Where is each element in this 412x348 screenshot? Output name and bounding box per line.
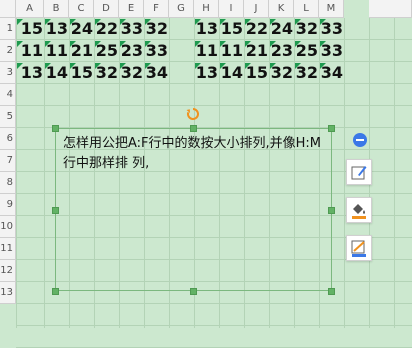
fill-color-button[interactable] xyxy=(346,197,372,223)
column-header-filler xyxy=(369,0,412,18)
number-as-text-indicator xyxy=(45,19,51,25)
column-header-a[interactable]: A xyxy=(16,0,44,18)
number-as-text-indicator xyxy=(220,41,226,47)
column-header-k[interactable]: K xyxy=(269,0,294,18)
number-as-text-indicator xyxy=(70,41,76,47)
row-header-8[interactable]: 8 xyxy=(0,172,16,194)
select-all-corner[interactable] xyxy=(0,0,16,18)
column-header-h[interactable]: H xyxy=(194,0,219,18)
edit-shape-button[interactable] xyxy=(346,159,372,185)
grid-row-line xyxy=(16,325,412,326)
collapse-minus-icon[interactable] xyxy=(353,133,367,147)
column-header-c[interactable]: C xyxy=(69,0,94,18)
number-as-text-indicator xyxy=(295,41,301,47)
row-header-9[interactable]: 9 xyxy=(0,194,16,216)
row-header-10[interactable]: 10 xyxy=(0,216,16,238)
number-as-text-indicator xyxy=(295,63,301,69)
text-box-content[interactable]: 怎样用公把A:F行中的数按大小排列,并像H:M行中那样排 列, xyxy=(63,134,331,174)
grid-row-line xyxy=(16,105,412,106)
outline-color-button[interactable] xyxy=(346,235,372,261)
resize-handle[interactable] xyxy=(328,125,335,132)
number-as-text-indicator xyxy=(245,63,251,69)
number-as-text-indicator xyxy=(17,19,23,25)
number-as-text-indicator xyxy=(195,41,201,47)
column-header-l[interactable]: L xyxy=(294,0,319,18)
number-as-text-indicator xyxy=(195,19,201,25)
number-as-text-indicator xyxy=(295,19,301,25)
number-as-text-indicator xyxy=(195,63,201,69)
column-header-d[interactable]: D xyxy=(94,0,119,18)
number-as-text-indicator xyxy=(70,19,76,25)
resize-handle[interactable] xyxy=(52,125,59,132)
number-as-text-indicator xyxy=(245,19,251,25)
row-header-1[interactable]: 1 xyxy=(0,18,16,40)
resize-handle[interactable] xyxy=(52,207,59,214)
number-as-text-indicator xyxy=(320,19,326,25)
resize-handle[interactable] xyxy=(190,125,197,132)
row-header-11[interactable]: 11 xyxy=(0,238,16,260)
number-as-text-indicator xyxy=(320,63,326,69)
number-as-text-indicator xyxy=(320,41,326,47)
resize-handle[interactable] xyxy=(328,207,335,214)
column-header-b[interactable]: B xyxy=(44,0,69,18)
row-header-4[interactable]: 4 xyxy=(0,84,16,106)
row-header-12[interactable]: 12 xyxy=(0,260,16,282)
fill-bucket-icon xyxy=(352,204,366,219)
row-header-7[interactable]: 7 xyxy=(0,150,16,172)
row-header-5[interactable]: 5 xyxy=(0,106,16,128)
number-as-text-indicator xyxy=(220,19,226,25)
row-header-13[interactable]: 13 xyxy=(0,282,16,304)
row-header-6[interactable]: 6 xyxy=(0,128,16,150)
number-as-text-indicator xyxy=(120,41,126,47)
rotate-handle-icon[interactable] xyxy=(186,107,200,121)
resize-handle[interactable] xyxy=(328,288,335,295)
resize-handle[interactable] xyxy=(190,288,197,295)
number-as-text-indicator xyxy=(17,63,23,69)
number-as-text-indicator xyxy=(270,63,276,69)
number-as-text-indicator xyxy=(45,41,51,47)
number-as-text-indicator xyxy=(270,19,276,25)
row-header-3[interactable]: 3 xyxy=(0,62,16,84)
row-header-2[interactable]: 2 xyxy=(0,40,16,62)
number-as-text-indicator xyxy=(120,63,126,69)
number-as-text-indicator xyxy=(145,19,151,25)
column-header-f[interactable]: F xyxy=(144,0,169,18)
column-header-j[interactable]: J xyxy=(244,0,269,18)
number-as-text-indicator xyxy=(120,19,126,25)
column-header-i[interactable]: I xyxy=(219,0,244,18)
outline-icon xyxy=(351,240,366,257)
number-as-text-indicator xyxy=(95,63,101,69)
number-as-text-indicator xyxy=(270,41,276,47)
column-header-m[interactable]: M xyxy=(319,0,344,18)
column-header-e[interactable]: E xyxy=(119,0,144,18)
column-header-g[interactable]: G xyxy=(169,0,194,18)
number-as-text-indicator xyxy=(70,63,76,69)
number-as-text-indicator xyxy=(95,41,101,47)
number-as-text-indicator xyxy=(95,19,101,25)
number-as-text-indicator xyxy=(145,63,151,69)
number-as-text-indicator xyxy=(220,63,226,69)
grid-row-line xyxy=(16,303,412,304)
number-as-text-indicator xyxy=(17,41,23,47)
number-as-text-indicator xyxy=(45,63,51,69)
resize-handle[interactable] xyxy=(52,288,59,295)
number-as-text-indicator xyxy=(145,41,151,47)
number-as-text-indicator xyxy=(245,41,251,47)
edit-shape-icon xyxy=(351,166,367,180)
